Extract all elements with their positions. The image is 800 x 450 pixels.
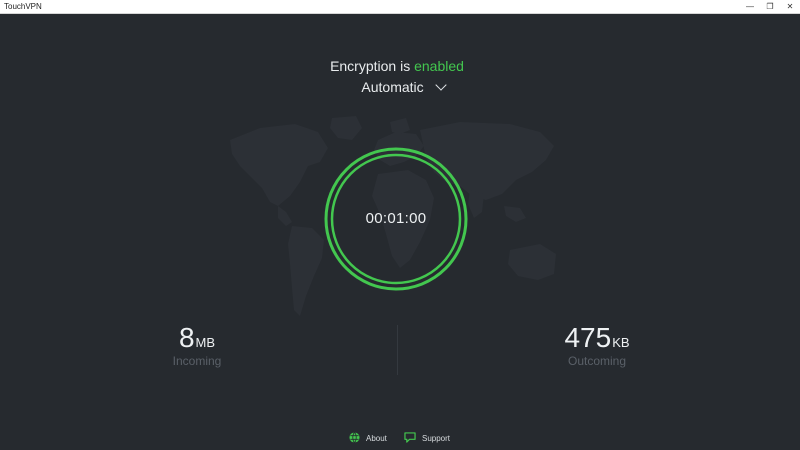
connection-timer: 00:01:00 — [365, 210, 427, 227]
app-window: TouchVPN — ❐ ✕ Encryption is enabled Aut… — [0, 0, 800, 450]
maximize-button[interactable]: ❐ — [760, 0, 780, 13]
mode-dropdown[interactable]: Automatic — [355, 78, 451, 96]
incoming-value: 8 — [178, 322, 195, 353]
outgoing-unit: KB — [612, 335, 630, 350]
encryption-status-text: Encryption is enabled — [0, 58, 794, 74]
chat-bubble-icon — [404, 432, 416, 444]
about-label: About — [366, 434, 387, 443]
title-bar: TouchVPN — ❐ ✕ — [0, 0, 800, 14]
encryption-prefix: Encryption is — [330, 58, 411, 74]
incoming-label: Incoming — [172, 354, 222, 368]
chevron-down-icon — [434, 79, 447, 91]
support-link[interactable]: Support — [404, 432, 450, 446]
support-label: Support — [422, 434, 451, 443]
close-button[interactable]: ✕ — [780, 0, 800, 13]
outgoing-stat: 475KB Outcoming — [527, 322, 667, 368]
minimize-button[interactable]: — — [740, 0, 760, 13]
globe-icon — [349, 432, 360, 444]
about-link[interactable]: About — [349, 432, 387, 446]
incoming-stat: 8MB Incoming — [127, 322, 267, 368]
mode-selected-value: Automatic — [361, 79, 424, 95]
incoming-unit: MB — [195, 335, 216, 350]
outgoing-value: 475 — [564, 322, 612, 353]
outgoing-label: Outcoming — [567, 354, 627, 368]
encryption-state: enabled — [414, 58, 464, 74]
stats-divider — [397, 325, 398, 375]
window-title: TouchVPN — [4, 2, 42, 11]
